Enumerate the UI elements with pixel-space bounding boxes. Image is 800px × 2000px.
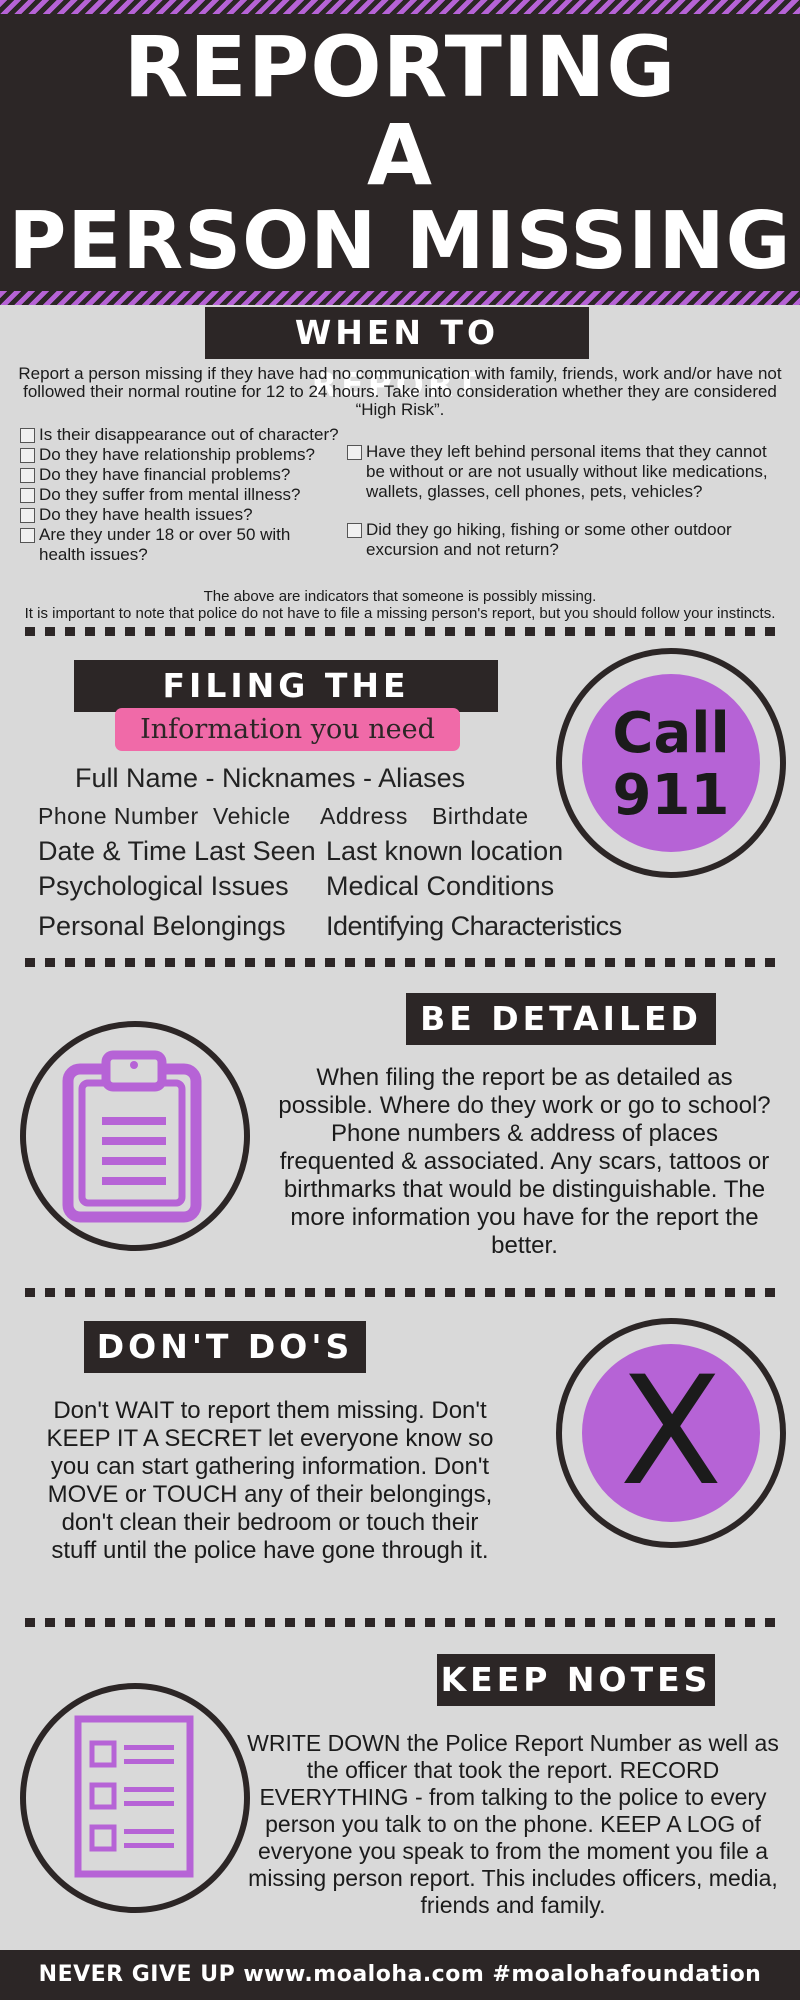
checklist-item[interactable]: Did they go hiking, fishing or some othe… [347,520,787,560]
dont-circle: X [556,1318,786,1548]
call-number: 911 [612,763,730,828]
info-needed-badge: Information you need [115,708,460,751]
when-right-checklist: Have they left behind personal items tha… [347,442,787,560]
header-bottom-stripe [0,291,800,305]
field-phone-number: Phone Number [38,803,199,829]
section-divider [25,627,775,636]
checklist-item[interactable]: Do they have health issues? [20,505,340,525]
when-left-checklist: Is their disappearance out of character?… [20,425,340,565]
footer-bar: NEVER GIVE UP www.moaloha.com #moalohafo… [0,1950,800,2000]
detailed-text: When filing the report be as detailed as… [278,1064,771,1259]
section-divider [25,1618,775,1627]
field-full-name: Full Name - Nicknames - Aliases [75,763,466,793]
field-identifying-characteristics: Identifying Characteristics [326,911,622,941]
checkbox-icon[interactable] [20,508,35,523]
clipboard-circle [20,1021,250,1251]
when-note-indicators: The above are indicators that someone is… [203,588,597,605]
field-date-time-last-seen: Date & Time Last Seen [38,836,316,866]
header-top-stripe [0,0,800,14]
clipboard-icon [62,1050,202,1223]
field-last-known-location: Last known location [326,836,564,866]
checklist-icon [74,1715,194,1878]
section-divider [25,958,775,967]
donts-text: Don't WAIT to report them missing. Don't… [46,1397,494,1564]
checkbox-icon[interactable] [20,448,35,463]
checkbox-icon[interactable] [20,488,35,503]
checkbox-icon[interactable] [20,528,35,543]
title-line-3: PERSON MISSING [8,195,792,287]
title-line-1: REPORTING [123,18,677,116]
x-mark: X [619,1345,723,1519]
checklist-item[interactable]: Do they have relationship problems? [20,445,340,465]
section-divider [25,1288,775,1297]
when-note-instincts: It is important to note that police do n… [24,605,776,622]
notes-text: WRITE DOWN the Police Report Number as w… [247,1730,779,1918]
section-label-detailed: BE DETAILED [406,993,716,1045]
checklist-circle [20,1683,250,1913]
checklist-item[interactable]: Do they have financial problems? [20,465,340,485]
checkbox-icon[interactable] [347,445,362,460]
checkbox-icon[interactable] [20,468,35,483]
field-medical-conditions: Medical Conditions [326,871,555,901]
section-label-when: WHEN TO REPORT [205,307,589,404]
title-line-2: A [366,106,433,204]
field-address: Address [320,803,408,829]
section-label-filing: FILING THE REPORT [74,660,498,757]
checklist-item[interactable]: Have they left behind personal items tha… [347,442,787,502]
field-personal-belongings: Personal Belongings [38,911,286,941]
checkbox-icon[interactable] [347,523,362,538]
field-psychological-issues: Psychological Issues [38,871,289,901]
checklist-item[interactable]: Is their disappearance out of character? [20,425,340,445]
x-mark-icon: X [582,1344,760,1522]
field-vehicle: Vehicle [213,803,291,829]
checkbox-icon[interactable] [20,428,35,443]
field-birthdate: Birthdate [432,803,529,829]
call-911-circle: Call 911 [556,648,786,878]
call-911-icon: Call 911 [582,674,760,852]
section-label-donts: DON'T DO'S [84,1321,366,1373]
section-label-notes: KEEP NOTES [437,1654,715,1706]
when-intro-text: Report a person missing if they have had… [18,364,782,419]
checklist-item[interactable]: Do they suffer from mental illness? [20,485,340,505]
checklist-item[interactable]: Are they under 18 or over 50 with health… [20,525,340,565]
call-text: Call [612,701,730,766]
